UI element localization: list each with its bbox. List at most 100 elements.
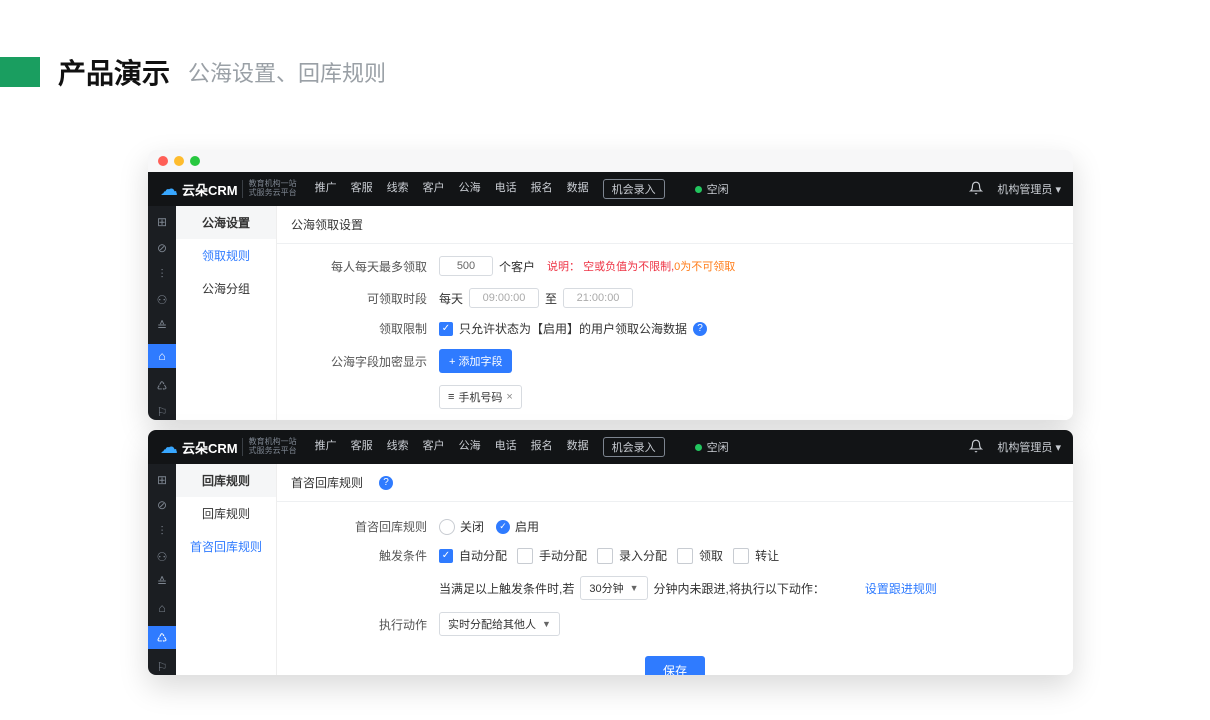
brand-logo[interactable]: ☁ 云朵CRM 教育机构一站式服务云平台 [148,437,307,458]
tag-phone[interactable]: ≡ 手机号码 × [439,385,522,409]
rail-icon[interactable]: ⊘ [154,240,170,256]
bell-icon[interactable] [969,439,983,456]
status-dot-icon [695,186,702,193]
nav-item[interactable]: 公海 [459,179,481,199]
save-button[interactable]: 保存 [645,656,705,675]
side-item-claim-rules[interactable]: 领取规则 [176,239,276,272]
cond-pre: 当满足以上触发条件时,若 [439,580,574,597]
label-max-claim: 每人每天最多领取 [277,258,439,275]
rail-icon[interactable]: ⫶ [154,523,170,539]
nav-item[interactable]: 客服 [351,437,373,457]
checkbox-auto-assign[interactable]: ✓ [439,549,453,563]
input-start-time[interactable] [469,288,539,308]
rail-icon[interactable]: ⫶ [154,266,170,282]
nav-pill-opportunity[interactable]: 机会录入 [603,437,665,457]
side-item-firstconsult-rules[interactable]: 首咨回库规则 [176,530,276,563]
label-trigger: 触发条件 [277,547,439,564]
rail-icon[interactable]: ⊞ [154,472,170,488]
nav-item[interactable]: 客服 [351,179,373,199]
checkbox-claim[interactable] [677,548,693,564]
rail-icon[interactable]: ⊘ [154,498,170,514]
unit-text: 个客户 [499,258,535,275]
nav-item[interactable]: 数据 [567,179,589,199]
rail-icon[interactable]: ⌂ [154,600,170,616]
title-main: 产品演示 [58,52,170,92]
status-indicator[interactable]: 空闲 [695,181,729,197]
nav-item[interactable]: 数据 [567,437,589,457]
radio-on[interactable]: ✓ [496,520,510,534]
brand-logo[interactable]: ☁ 云朵CRM 教育机构一站式服务云平台 [148,179,307,200]
opt-label: 手动分配 [539,547,587,564]
input-max-claim[interactable] [439,256,493,276]
nav-item[interactable]: 报名 [531,437,553,457]
rail-icon[interactable]: ⚇ [154,292,170,308]
rail-icon[interactable]: ⚇ [154,549,170,565]
user-role[interactable]: 机构管理员 ▾ [997,181,1061,197]
input-end-time[interactable] [563,288,633,308]
sep-to: 至 [545,290,557,307]
topbar: ☁ 云朵CRM 教育机构一站式服务云平台 推广 客服 线索 客户 公海 电话 报… [148,172,1073,206]
label-time-window: 可领取时段 [277,290,439,307]
rail-icon[interactable]: ⊞ [154,214,170,230]
add-field-button[interactable]: + 添加字段 [439,349,512,373]
status-indicator[interactable]: 空闲 [695,439,729,455]
nav-item[interactable]: 客户 [423,437,445,457]
help-icon[interactable]: ? [379,476,393,490]
nav-item[interactable]: 推广 [315,437,337,457]
nav-item[interactable]: 公海 [459,437,481,457]
side-item-groups[interactable]: 公海分组 [176,272,276,305]
radio-off[interactable] [439,519,455,535]
rail-icon[interactable]: ≙ [154,575,170,591]
status-dot-icon [695,444,702,451]
opt-label: 录入分配 [619,547,667,564]
opt-label: 转让 [755,547,779,564]
macos-close-icon[interactable] [158,156,168,166]
tag-remove-icon[interactable]: × [506,391,512,403]
rail-icon-active[interactable]: ♺ [148,626,176,649]
checkbox-manual-assign[interactable] [517,548,533,564]
rail-icon[interactable]: ⚐ [154,659,170,675]
cond-mid: 分钟内未跟进,将执行以下动作： [654,580,825,597]
nav-item[interactable]: 线索 [387,437,409,457]
nav-item[interactable]: 电话 [495,437,517,457]
mac-titlebar [148,150,1073,172]
checkbox-entry-assign[interactable] [597,548,613,564]
macos-minimize-icon[interactable] [174,156,184,166]
link-followup-rules[interactable]: 设置跟进规则 [865,580,937,597]
select-action[interactable]: 实时分配给其他人▼ [439,612,560,636]
opt-label: 自动分配 [459,547,507,564]
nav-item[interactable]: 推广 [315,179,337,199]
status-text: 空闲 [707,439,729,455]
nav-item[interactable]: 电话 [495,179,517,199]
bell-icon[interactable] [969,181,983,198]
nav-item[interactable]: 报名 [531,179,553,199]
nav-item[interactable]: 客户 [423,179,445,199]
checkbox-restrict[interactable]: ✓ [439,322,453,336]
radio-off-label: 关闭 [460,518,484,535]
help-icon[interactable]: ? [693,322,707,336]
opt-label: 领取 [699,547,723,564]
rail-icon[interactable]: ⚐ [154,404,170,420]
status-text: 空闲 [707,181,729,197]
rail-icon[interactable]: ♺ [154,378,170,394]
select-timeout[interactable]: 30分钟▼ [580,576,647,600]
label-action: 执行动作 [277,616,439,633]
user-role[interactable]: 机构管理员 ▾ [997,439,1061,455]
checkbox-transfer[interactable] [733,548,749,564]
window-publicsea: ☁ 云朵CRM 教育机构一站式服务云平台 推广 客服 线索 客户 公海 电话 报… [148,150,1073,420]
macos-zoom-icon[interactable] [190,156,200,166]
rail-icon-active[interactable]: ⌂ [148,344,176,368]
nav-item[interactable]: 线索 [387,179,409,199]
top-nav: 推广 客服 线索 客户 公海 电话 报名 数据 机会录入 [315,179,665,199]
tag-text: 手机号码 [458,389,502,405]
nav-pill-opportunity[interactable]: 机会录入 [603,179,665,199]
side-panel: 公海设置 领取规则 公海分组 [176,206,277,420]
side-item-return-rules[interactable]: 回库规则 [176,497,276,530]
section-title: 公海领取设置 [277,206,1073,244]
slide-title: 产品演示 公海设置、回库规则 [0,52,386,92]
side-panel: 回库规则 回库规则 首咨回库规则 [176,464,277,675]
content-area: 公海领取设置 每人每天最多领取 个客户 说明： 空或负值为不限制,0为不可领取 … [277,206,1073,420]
topbar: ☁ 云朵CRM 教育机构一站式服务云平台 推广 客服 线索 客户 公海 电话 报… [148,430,1073,464]
rail-icon[interactable]: ≙ [154,318,170,334]
top-nav: 推广 客服 线索 客户 公海 电话 报名 数据 机会录入 [315,437,665,457]
